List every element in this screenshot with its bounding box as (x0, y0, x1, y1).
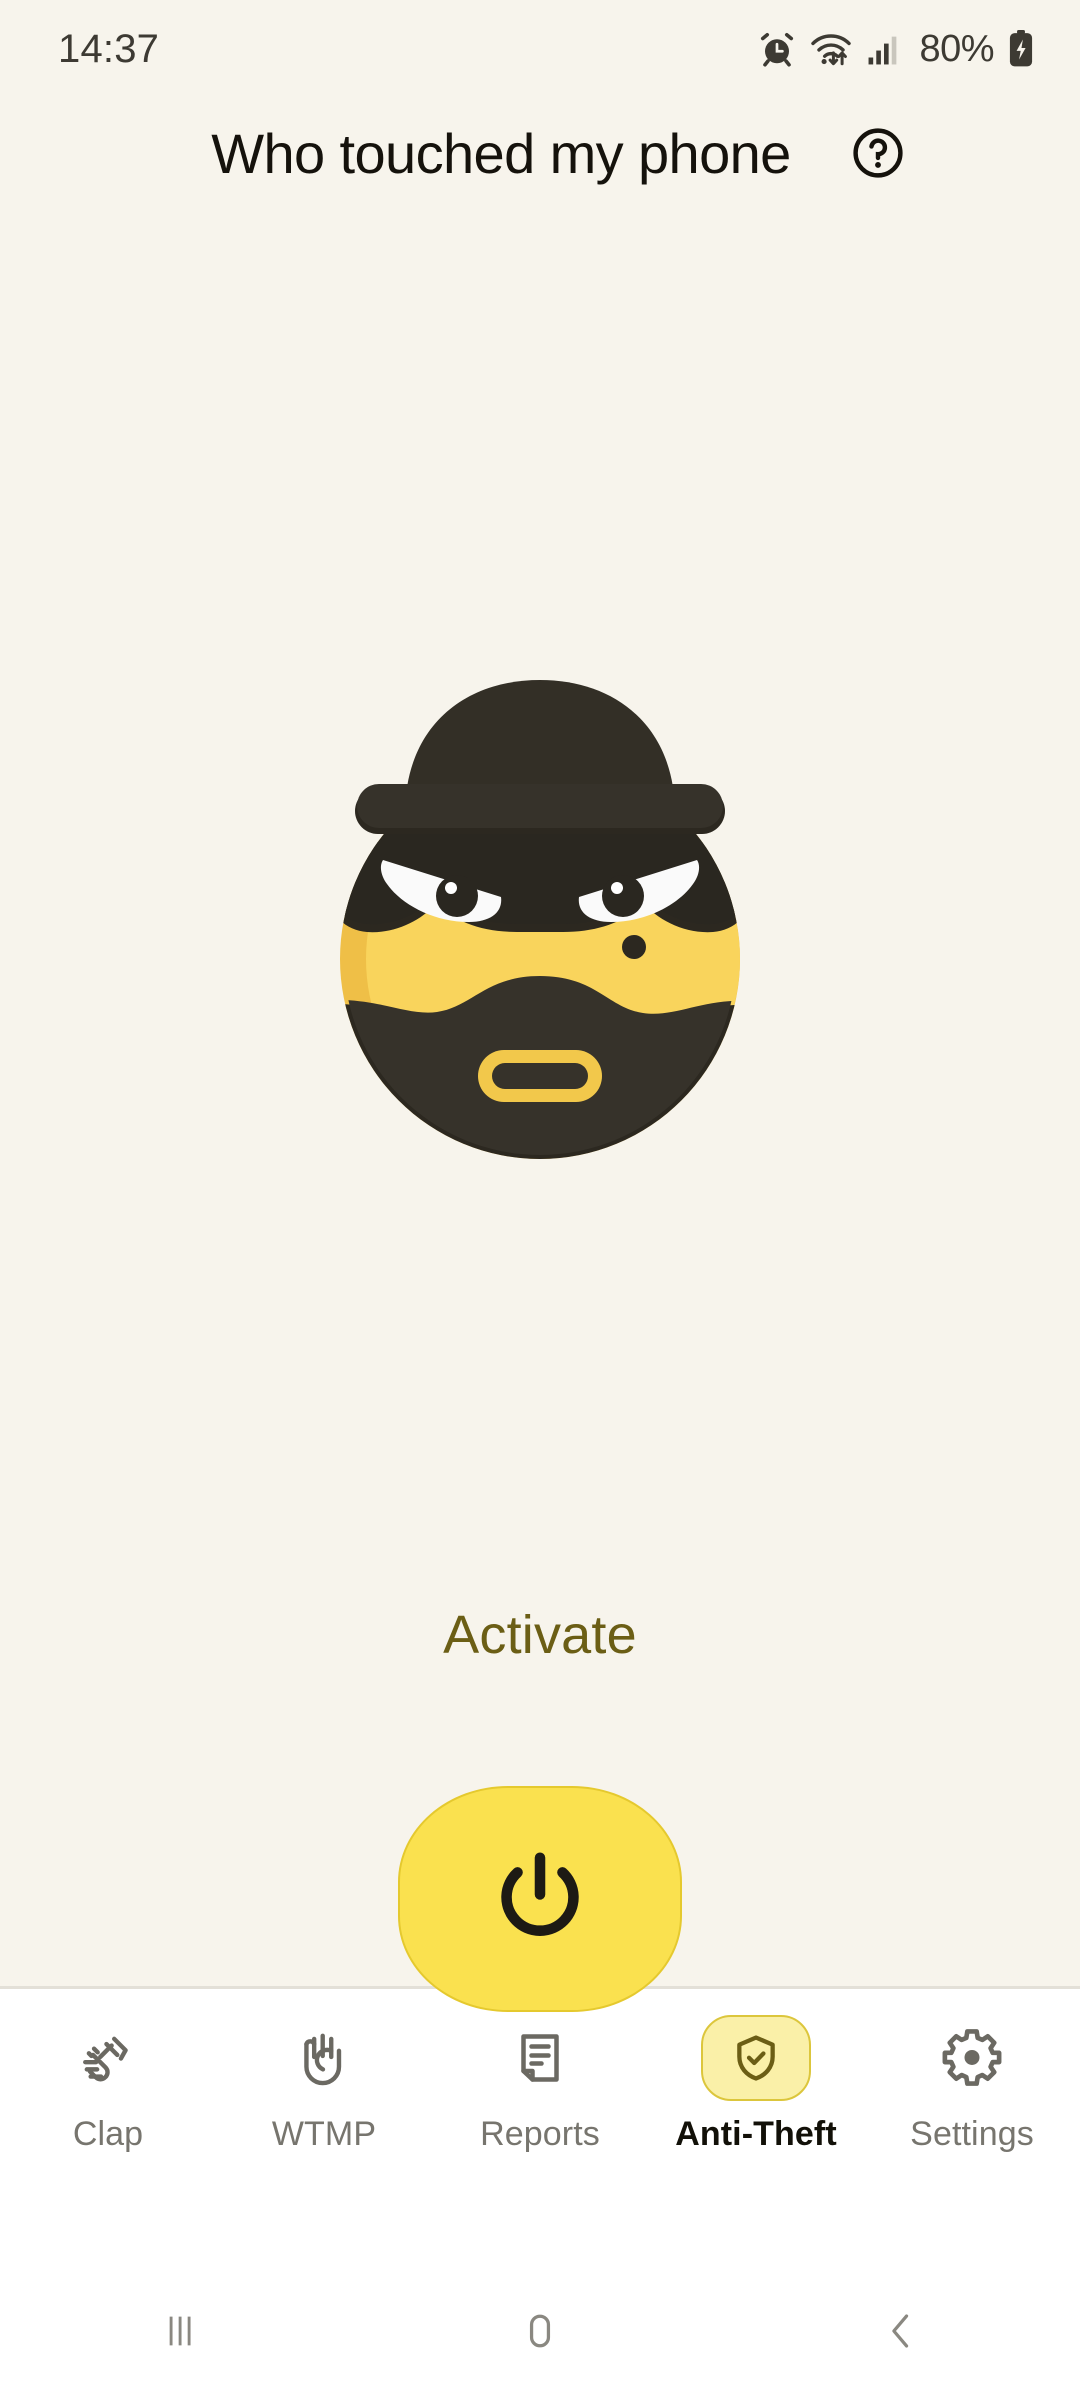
tab-label: Settings (910, 2115, 1034, 2153)
tab-icon-box (701, 2015, 811, 2101)
tab-label: Anti-Theft (675, 2115, 837, 2153)
alarm-icon (759, 31, 795, 67)
help-circle-icon[interactable] (847, 122, 909, 184)
tab-anti-theft[interactable]: Anti-Theft (648, 2015, 864, 2154)
shield-check-icon (729, 2031, 783, 2085)
bottom-tab-bar: Clap WTMP Reports Anti-Theft Settings (0, 1986, 1080, 2262)
tab-icon-box (53, 2015, 163, 2101)
back-icon[interactable] (720, 2308, 1080, 2354)
clapping-hands-icon (77, 2027, 139, 2089)
battery-percent-label: 80% (919, 27, 994, 70)
wifi-icon (809, 31, 853, 67)
home-icon[interactable] (360, 2308, 720, 2354)
status-icon-group: 80% (759, 28, 1034, 71)
raised-hand-icon (293, 2027, 355, 2089)
tab-reports[interactable]: Reports (432, 2015, 648, 2154)
tab-label: WTMP (271, 2115, 377, 2153)
tab-label: Reports (480, 2115, 600, 2153)
tab-label: Clap (72, 2115, 144, 2153)
document-icon (510, 2028, 570, 2088)
tab-wtmp[interactable]: WTMP (216, 2015, 432, 2154)
recents-icon[interactable] (0, 2308, 360, 2354)
android-navigation-bar (0, 2262, 1080, 2400)
thief-face-illustration (305, 664, 775, 1184)
app-header: Who touched my phone (0, 98, 1080, 208)
page-title: Who touched my phone (211, 121, 791, 185)
tab-icon-box (485, 2015, 595, 2101)
tab-icon-box (269, 2015, 379, 2101)
tab-icon-box (917, 2015, 1027, 2101)
gear-icon (941, 2027, 1003, 2089)
status-bar: 14:37 80% (0, 0, 1080, 98)
signal-icon (867, 32, 901, 66)
main-content: Activate (0, 208, 1080, 2012)
tab-clap[interactable]: Clap (0, 2015, 216, 2154)
power-icon (485, 1844, 595, 1954)
tab-settings[interactable]: Settings (864, 2015, 1080, 2154)
phone-screen: 14:37 80% Who touched my phone Activate … (0, 0, 1080, 2400)
status-clock: 14:37 (58, 26, 160, 71)
activate-label: Activate (443, 1605, 637, 1665)
activate-power-button[interactable] (398, 1786, 682, 2012)
battery-charging-icon (1008, 30, 1034, 68)
